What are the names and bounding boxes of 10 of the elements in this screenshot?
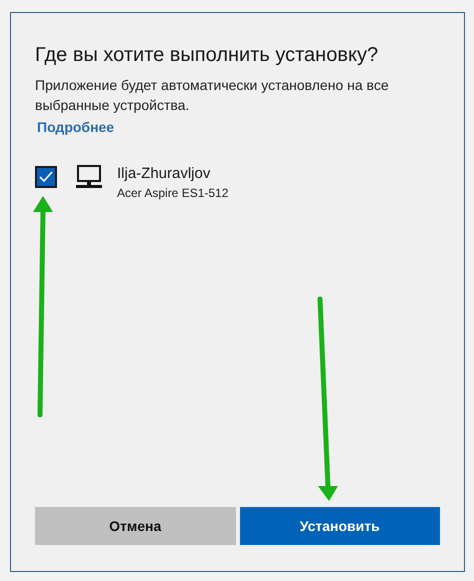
more-info-link[interactable]: Подробнее (37, 117, 114, 138)
device-model: Acer Aspire ES1-512 (117, 185, 228, 202)
monitor-icon (75, 165, 103, 189)
device-name: Ilja-Zhuravljov (117, 164, 212, 184)
dialog-title: Где вы хотите выполнить установку? (35, 43, 380, 68)
device-checkbox[interactable] (35, 166, 57, 188)
install-button[interactable]: Установить (240, 507, 440, 545)
description-text: Приложение будет автоматически установлено на все выбранные устройства. (35, 76, 390, 115)
cancel-button[interactable]: Отмена (35, 507, 236, 545)
checkmark-icon (39, 171, 53, 183)
